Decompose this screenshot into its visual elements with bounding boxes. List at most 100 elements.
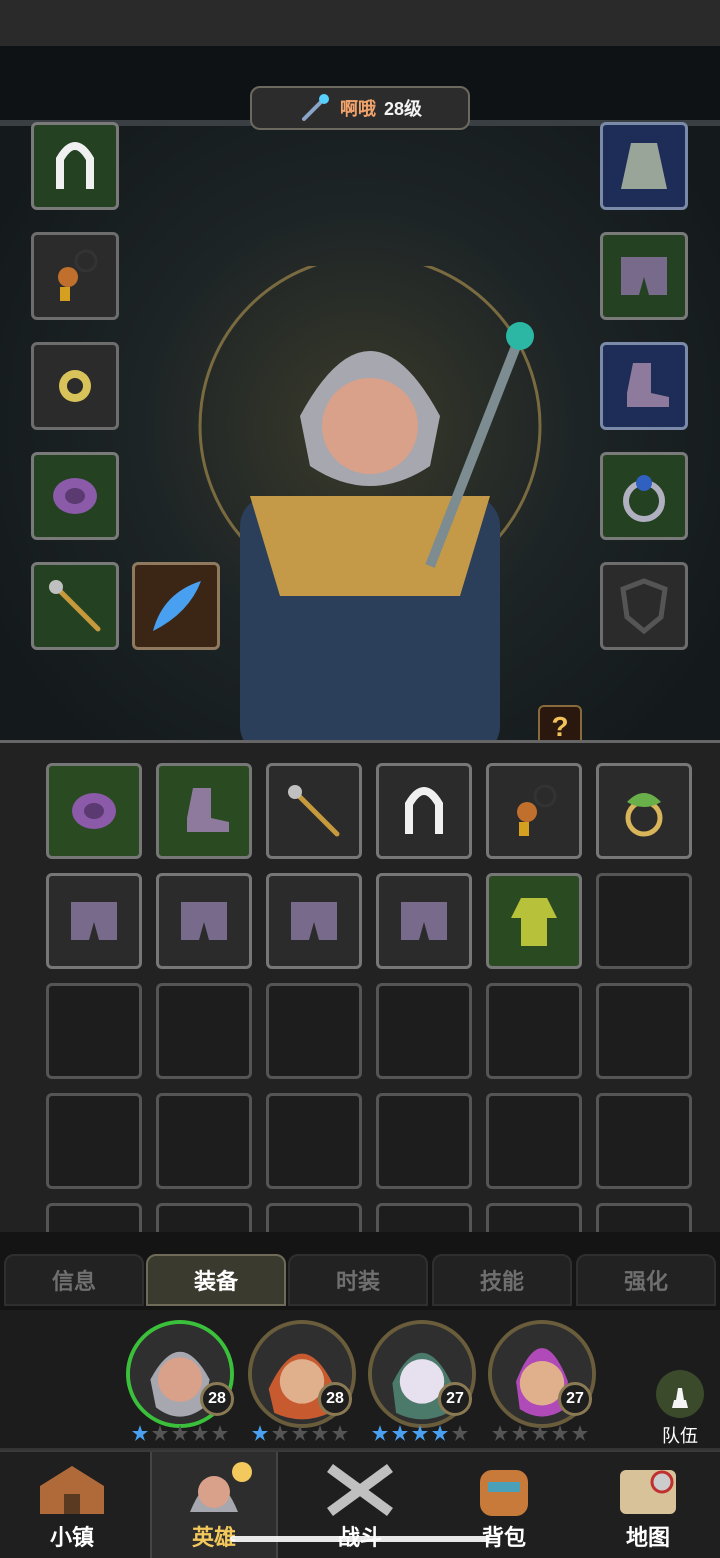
nav-item-battle[interactable]: 战斗 <box>296 1452 424 1558</box>
hero-stars <box>480 1424 600 1446</box>
hero-name: 啊哦 <box>339 99 376 119</box>
star-icon <box>452 1425 468 1441</box>
inventory-item-pants[interactable] <box>46 873 142 969</box>
star-icon <box>152 1425 168 1441</box>
tab-enhance[interactable]: 强化 <box>576 1254 716 1306</box>
inventory-cell-empty[interactable] <box>46 983 142 1079</box>
inventory-cell-empty[interactable] <box>596 873 692 969</box>
hero-level-badge: 28 <box>200 1382 234 1416</box>
battle-icon <box>327 1463 393 1517</box>
nav-label: 小镇 <box>49 1525 94 1550</box>
nav-item-map[interactable]: 地图 <box>584 1452 712 1558</box>
ring-icon <box>623 475 665 522</box>
amulet-icon <box>517 784 557 836</box>
help-button[interactable]: ? <box>538 705 582 740</box>
inventory-cell-empty[interactable] <box>46 1093 142 1189</box>
tab-label: 强化 <box>623 1269 668 1294</box>
star-icon <box>372 1425 388 1441</box>
inventory-item-pants[interactable] <box>266 873 362 969</box>
inventory-cell-empty[interactable] <box>376 983 472 1079</box>
inventory-item-tunic[interactable] <box>486 873 582 969</box>
inventory-item-wand[interactable] <box>266 763 362 859</box>
star-icon <box>272 1425 288 1441</box>
inventory-cell-empty[interactable] <box>486 983 582 1079</box>
equip-slot-head[interactable] <box>31 122 119 210</box>
hero-level: 28级 <box>383 99 423 119</box>
inventory-cell-empty[interactable] <box>156 1203 252 1232</box>
inventory-cell-empty[interactable] <box>156 1093 252 1189</box>
inventory-cell-empty[interactable] <box>266 983 362 1079</box>
inventory-item-pants[interactable] <box>376 873 472 969</box>
equip-slot-trinket[interactable] <box>31 342 119 430</box>
equip-slot-weapon[interactable] <box>31 562 119 650</box>
inventory-cell-empty[interactable] <box>46 1203 142 1232</box>
inventory-item-bracer[interactable] <box>46 763 142 859</box>
elf-mage-portrait-icon <box>198 254 542 740</box>
nav-item-backpack[interactable]: 背包 <box>440 1452 568 1558</box>
bracer-icon <box>72 793 116 829</box>
inventory-item-hood[interactable] <box>376 763 472 859</box>
inventory-cell-empty[interactable] <box>596 983 692 1079</box>
hero-character <box>180 254 560 740</box>
inventory-cell-empty[interactable] <box>376 1093 472 1189</box>
star-icon <box>332 1425 348 1441</box>
hero-level-badge: 27 <box>438 1382 472 1416</box>
star-icon <box>172 1425 188 1441</box>
tab-info[interactable]: 信息 <box>4 1254 144 1306</box>
tab-equipment[interactable]: 装备 <box>146 1254 286 1306</box>
home-indicator <box>230 1536 490 1542</box>
inventory-cell-empty[interactable] <box>596 1203 692 1232</box>
pants-icon <box>401 902 447 940</box>
pants-icon <box>71 902 117 940</box>
equip-slot-ring[interactable] <box>600 452 688 540</box>
inventory-item-ring[interactable] <box>596 763 692 859</box>
star-icon <box>432 1425 448 1441</box>
tab-label: 装备 <box>193 1269 238 1294</box>
inventory-item-amulet[interactable] <box>486 763 582 859</box>
equip-slot-neck[interactable] <box>31 232 119 320</box>
shield-icon <box>620 578 668 635</box>
inventory-item-boot[interactable] <box>156 763 252 859</box>
star-icon <box>392 1425 408 1441</box>
boot-icon <box>627 363 669 407</box>
robe-icon <box>621 143 667 189</box>
star-icon <box>292 1425 308 1441</box>
equip-slot-chest[interactable] <box>600 122 688 210</box>
tab-skills[interactable]: 技能 <box>432 1254 572 1306</box>
team-button[interactable]: 队伍 <box>648 1368 712 1448</box>
hero-level-badge: 28 <box>318 1382 352 1416</box>
pants-icon <box>181 902 227 940</box>
inventory-cell-empty[interactable] <box>266 1093 362 1189</box>
star-icon <box>132 1425 148 1441</box>
inventory-item-pants[interactable] <box>156 873 252 969</box>
inventory-cell-empty[interactable] <box>376 1203 472 1232</box>
equip-slot-legs[interactable] <box>600 232 688 320</box>
hero-stars <box>360 1424 480 1446</box>
star-icon <box>212 1425 228 1441</box>
star-icon <box>252 1425 268 1441</box>
equip-slot-bracer[interactable] <box>31 452 119 540</box>
leaf-ring-icon <box>625 793 663 837</box>
hero-level-badge: 27 <box>558 1382 592 1416</box>
inventory-cell-empty[interactable] <box>486 1203 582 1232</box>
inventory-cell-empty[interactable] <box>486 1093 582 1189</box>
inventory-cell-empty[interactable] <box>596 1093 692 1189</box>
nav-item-town[interactable]: 小镇 <box>8 1452 136 1558</box>
staff-icon <box>301 94 329 121</box>
hero-tabs: 信息 装备 时装 技能 强化 <box>0 1232 720 1310</box>
inventory-grid <box>0 740 720 1232</box>
equip-slot-feet[interactable] <box>600 342 688 430</box>
tab-label: 时装 <box>335 1269 380 1294</box>
inventory-cell-empty[interactable] <box>156 983 252 1079</box>
inventory-cell-empty[interactable] <box>266 1203 362 1232</box>
pants-icon <box>621 257 667 295</box>
pants-icon <box>291 902 337 940</box>
star-icon <box>552 1425 568 1441</box>
tab-label: 技能 <box>479 1269 524 1294</box>
star-icon <box>412 1425 428 1441</box>
wreath-icon <box>59 370 91 402</box>
star-icon <box>192 1425 208 1441</box>
tab-skin[interactable]: 时装 <box>288 1254 428 1306</box>
equip-slot-shield-empty[interactable] <box>600 562 688 650</box>
nav-item-hero[interactable]: 英雄 <box>150 1452 278 1558</box>
